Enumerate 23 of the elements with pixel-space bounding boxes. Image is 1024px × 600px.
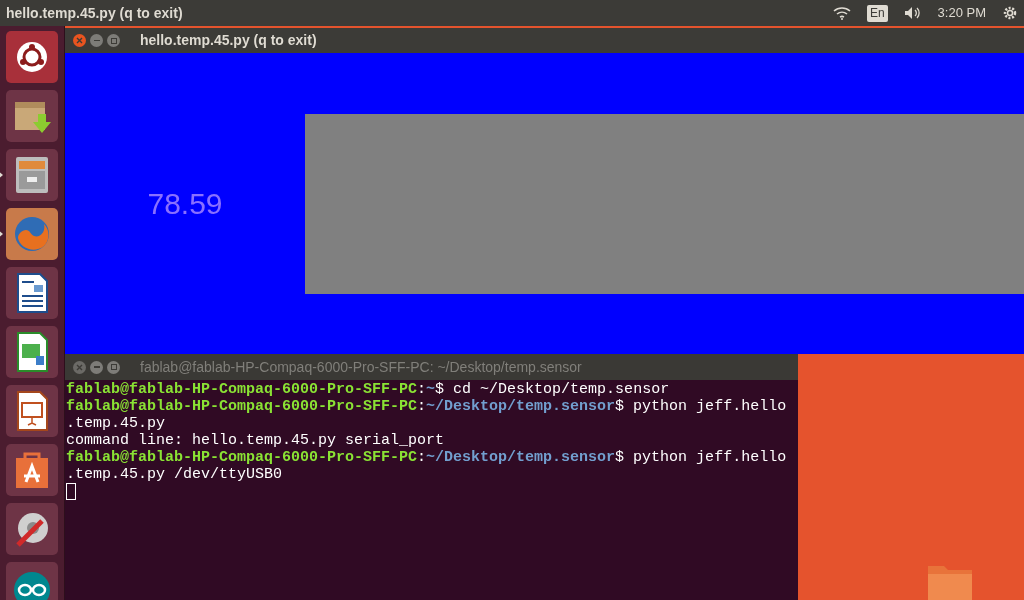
minimize-button[interactable]: [90, 360, 103, 374]
terminal-line: .temp.45.py /dev/ttyUSB0: [66, 466, 283, 483]
clock[interactable]: 3:20 PM: [937, 3, 986, 23]
settings-icon[interactable]: [1002, 5, 1018, 21]
close-button[interactable]: [73, 34, 86, 47]
temperature-reading: 78.59: [146, 186, 224, 222]
text-cursor: [66, 483, 76, 500]
maximize-button[interactable]: [107, 360, 120, 374]
close-icon: [76, 37, 83, 44]
window-title: hello.temp.45.py (q to exit): [140, 31, 317, 50]
terminal-line: .temp.45.py: [66, 415, 166, 432]
volume-icon[interactable]: [903, 6, 922, 20]
keyboard-layout-indicator[interactable]: En: [866, 4, 888, 22]
active-window-title: hello.temp.45.py (q to exit): [6, 3, 184, 23]
wifi-icon[interactable]: [832, 6, 851, 20]
terminal-line: fablab@fablab-HP-Compaq-6000-Pro-SFF-PC:~$ cd ~/Desktop/temp.sensor: [66, 381, 670, 398]
terminal-line: fablab@fablab-HP-Compaq-6000-Pro-SFF-PC:~/Desktop/temp.sensor$ python jeff.hello: [66, 398, 787, 415]
window-title: fablab@fablab-HP-Compaq-6000-Pro-SFF-PC: ~/Desktop/temp.sensor: [140, 357, 582, 377]
close-icon: [76, 363, 83, 371]
maximize-button[interactable]: [107, 34, 120, 47]
terminal-line: fablab@fablab-HP-Compaq-6000-Pro-SFF-PC:~/Desktop/temp.sensor$ python jeff.hello: [66, 449, 787, 466]
terminal-line: command line: hello.temp.45.py serial_port: [66, 432, 445, 449]
minimize-button[interactable]: [90, 34, 103, 47]
